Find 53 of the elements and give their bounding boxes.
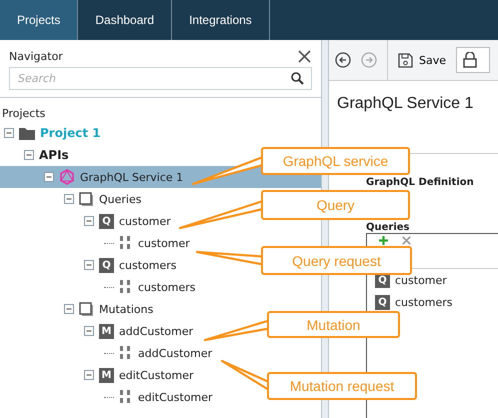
tree-item[interactable]: editCustomer bbox=[138, 390, 213, 404]
tree-item[interactable]: customers bbox=[119, 258, 177, 272]
section-heading: GraphQL Definition bbox=[366, 177, 475, 189]
collapse-toggle[interactable] bbox=[64, 194, 74, 204]
page-title: GraphQL Service 1 bbox=[337, 94, 474, 114]
collapse-toggle[interactable] bbox=[44, 172, 54, 182]
lock-icon bbox=[463, 52, 478, 68]
collapse-toggle[interactable] bbox=[64, 304, 74, 314]
panel-title: Navigator bbox=[9, 50, 63, 63]
folder-icon bbox=[19, 126, 35, 140]
add-icon[interactable] bbox=[379, 236, 388, 245]
list-title: Queries bbox=[366, 222, 410, 233]
badge-icon: M bbox=[99, 368, 114, 382]
search-icon[interactable] bbox=[291, 72, 304, 85]
close-icon[interactable] bbox=[298, 50, 311, 63]
floppy-icon bbox=[398, 52, 413, 68]
graphql-request-icon bbox=[119, 235, 133, 251]
tree-item[interactable]: customer bbox=[119, 214, 171, 228]
callout-label: Query bbox=[261, 190, 410, 220]
tree-item[interactable]: GraphQL Service 1 bbox=[80, 170, 184, 184]
collapse-toggle[interactable] bbox=[24, 150, 34, 160]
graphql-request-icon bbox=[119, 389, 133, 405]
tree-item[interactable]: customer bbox=[138, 236, 190, 250]
tree-item[interactable]: customers bbox=[138, 280, 196, 294]
collapse-toggle[interactable] bbox=[84, 216, 94, 226]
tree-item[interactable]: addCustomer bbox=[138, 346, 212, 360]
tree-item[interactable]: addCustomer bbox=[119, 324, 194, 338]
graphql-icon bbox=[59, 169, 75, 185]
tree-item[interactable]: editCustomer bbox=[119, 368, 194, 382]
nav-tab[interactable]: Projects bbox=[0, 0, 78, 40]
save-button[interactable]: Save bbox=[398, 52, 446, 68]
graphql-request-icon bbox=[119, 345, 133, 361]
section-label: Projects bbox=[0, 97, 321, 122]
collapse-toggle[interactable] bbox=[84, 326, 94, 336]
badge-icon: M bbox=[99, 324, 114, 338]
stack-icon bbox=[79, 192, 94, 206]
search-field[interactable]: Search bbox=[9, 67, 312, 90]
badge-icon: Q bbox=[375, 294, 390, 310]
stack-icon bbox=[79, 302, 94, 316]
tree-item[interactable]: Mutations bbox=[99, 302, 154, 316]
callout-label: GraphQL service bbox=[261, 147, 410, 175]
collapse-toggle[interactable] bbox=[84, 370, 94, 380]
collapse-toggle[interactable] bbox=[4, 128, 14, 138]
badge-icon: Q bbox=[99, 258, 114, 272]
list-item[interactable]: customers bbox=[395, 296, 453, 308]
tree-item[interactable]: APIs bbox=[39, 148, 69, 162]
list-item[interactable]: customer bbox=[395, 274, 447, 286]
back-icon[interactable] bbox=[335, 52, 351, 68]
graphql-request-icon bbox=[119, 279, 133, 295]
badge-icon: Q bbox=[99, 214, 114, 228]
collapse-toggle[interactable] bbox=[84, 260, 94, 270]
lock-button[interactable] bbox=[456, 47, 490, 73]
tree-item[interactable]: Queries bbox=[99, 192, 142, 206]
